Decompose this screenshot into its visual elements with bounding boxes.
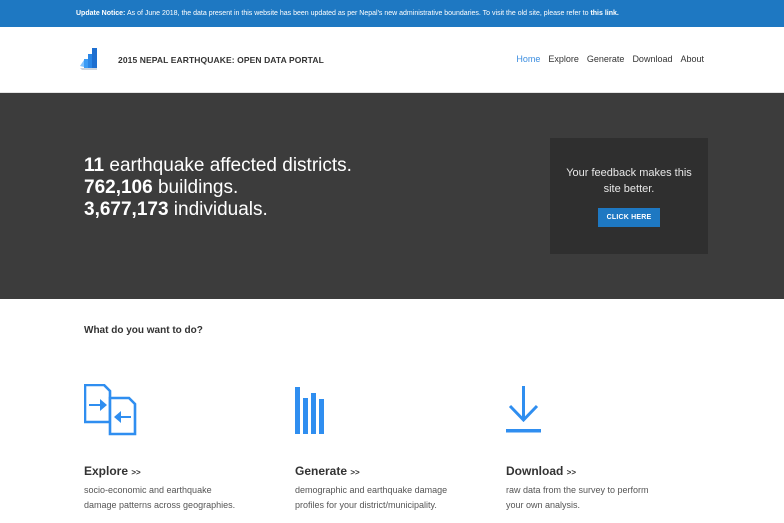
generate-desc-line-2: profiles for your district/municipality.	[295, 500, 437, 510]
update-notice-bar: Update Notice: As of June 2018, the data…	[0, 0, 784, 27]
stat-districts: 11 earthquake affected districts.	[84, 155, 352, 177]
download-desc-line-1: raw data from the survey to perform	[506, 485, 649, 495]
explore-arrows[interactable]: >>	[131, 468, 140, 477]
download-desc-line-2: your own analysis.	[506, 500, 581, 510]
generate-arrows[interactable]: >>	[350, 468, 359, 477]
site-header: 2015 NEPAL EARTHQUAKE: OPEN DATA PORTAL …	[0, 27, 784, 93]
stairs-logo-icon[interactable]	[78, 46, 100, 71]
explore-desc-line-2: damage patterns across geographies.	[84, 500, 236, 510]
explore-title-text[interactable]: Explore	[84, 464, 128, 478]
notice-label: Update Notice:	[76, 10, 126, 17]
stat-districts-text: earthquake affected districts.	[104, 155, 352, 176]
stat-buildings-number: 762,106	[84, 177, 153, 198]
notice-text: As of June 2018, the data present in thi…	[125, 10, 591, 17]
explore-card[interactable]: Explore >> socio-economic and earthquake…	[83, 383, 274, 513]
main-nav: Home Explore Generate Download About	[516, 54, 704, 64]
nav-about[interactable]: About	[680, 54, 704, 64]
impact-stats: 11 earthquake affected districts. 762,10…	[84, 155, 352, 221]
stat-individuals: 3,677,173 individuals.	[84, 199, 352, 221]
stat-buildings-text: buildings.	[152, 177, 239, 198]
stat-individuals-number: 3,677,173	[84, 199, 169, 220]
explore-desc-line-1: socio-economic and earthquake	[84, 485, 212, 495]
download-arrows[interactable]: >>	[567, 468, 576, 477]
stat-districts-number: 11	[84, 155, 105, 176]
download-card-title[interactable]: Download >>	[506, 464, 696, 478]
nav-home[interactable]: Home	[516, 54, 540, 64]
feedback-click-here-button[interactable]: CLICK HERE	[597, 208, 661, 227]
explore-icon[interactable]	[83, 383, 140, 436]
explore-description: socio-economic and earthquake damage pat…	[84, 483, 274, 513]
bar-chart-icon[interactable]	[295, 384, 351, 436]
old-site-link[interactable]: this link.	[590, 10, 618, 17]
feedback-text: Your feedback makes this site better.	[566, 167, 692, 195]
explore-card-title[interactable]: Explore >>	[84, 464, 274, 478]
feedback-box: Your feedback makes this site better. CL…	[550, 138, 708, 254]
hero-section: 11 earthquake affected districts. 762,10…	[0, 93, 784, 299]
generate-description: demographic and earthquake damage profil…	[295, 483, 485, 513]
generate-desc-line-1: demographic and earthquake damage	[295, 485, 448, 495]
nav-explore[interactable]: Explore	[548, 54, 579, 64]
stat-buildings: 762,106 buildings.	[84, 177, 352, 199]
section-question: What do you want to do?	[84, 325, 203, 336]
download-icon[interactable]	[506, 384, 562, 436]
site-title[interactable]: 2015 NEPAL EARTHQUAKE: OPEN DATA PORTAL	[118, 55, 324, 65]
download-description: raw data from the survey to perform your…	[506, 483, 696, 513]
download-title-text[interactable]: Download	[506, 464, 563, 478]
stat-individuals-text: individuals.	[168, 199, 268, 220]
generate-title-text[interactable]: Generate	[295, 464, 347, 478]
download-card[interactable]: Download >> raw data from the survey to …	[506, 384, 696, 513]
generate-card[interactable]: Generate >> demographic and earthquake d…	[295, 384, 485, 513]
nav-download[interactable]: Download	[632, 54, 672, 64]
nav-generate[interactable]: Generate	[587, 54, 625, 64]
generate-card-title[interactable]: Generate >>	[295, 464, 485, 478]
